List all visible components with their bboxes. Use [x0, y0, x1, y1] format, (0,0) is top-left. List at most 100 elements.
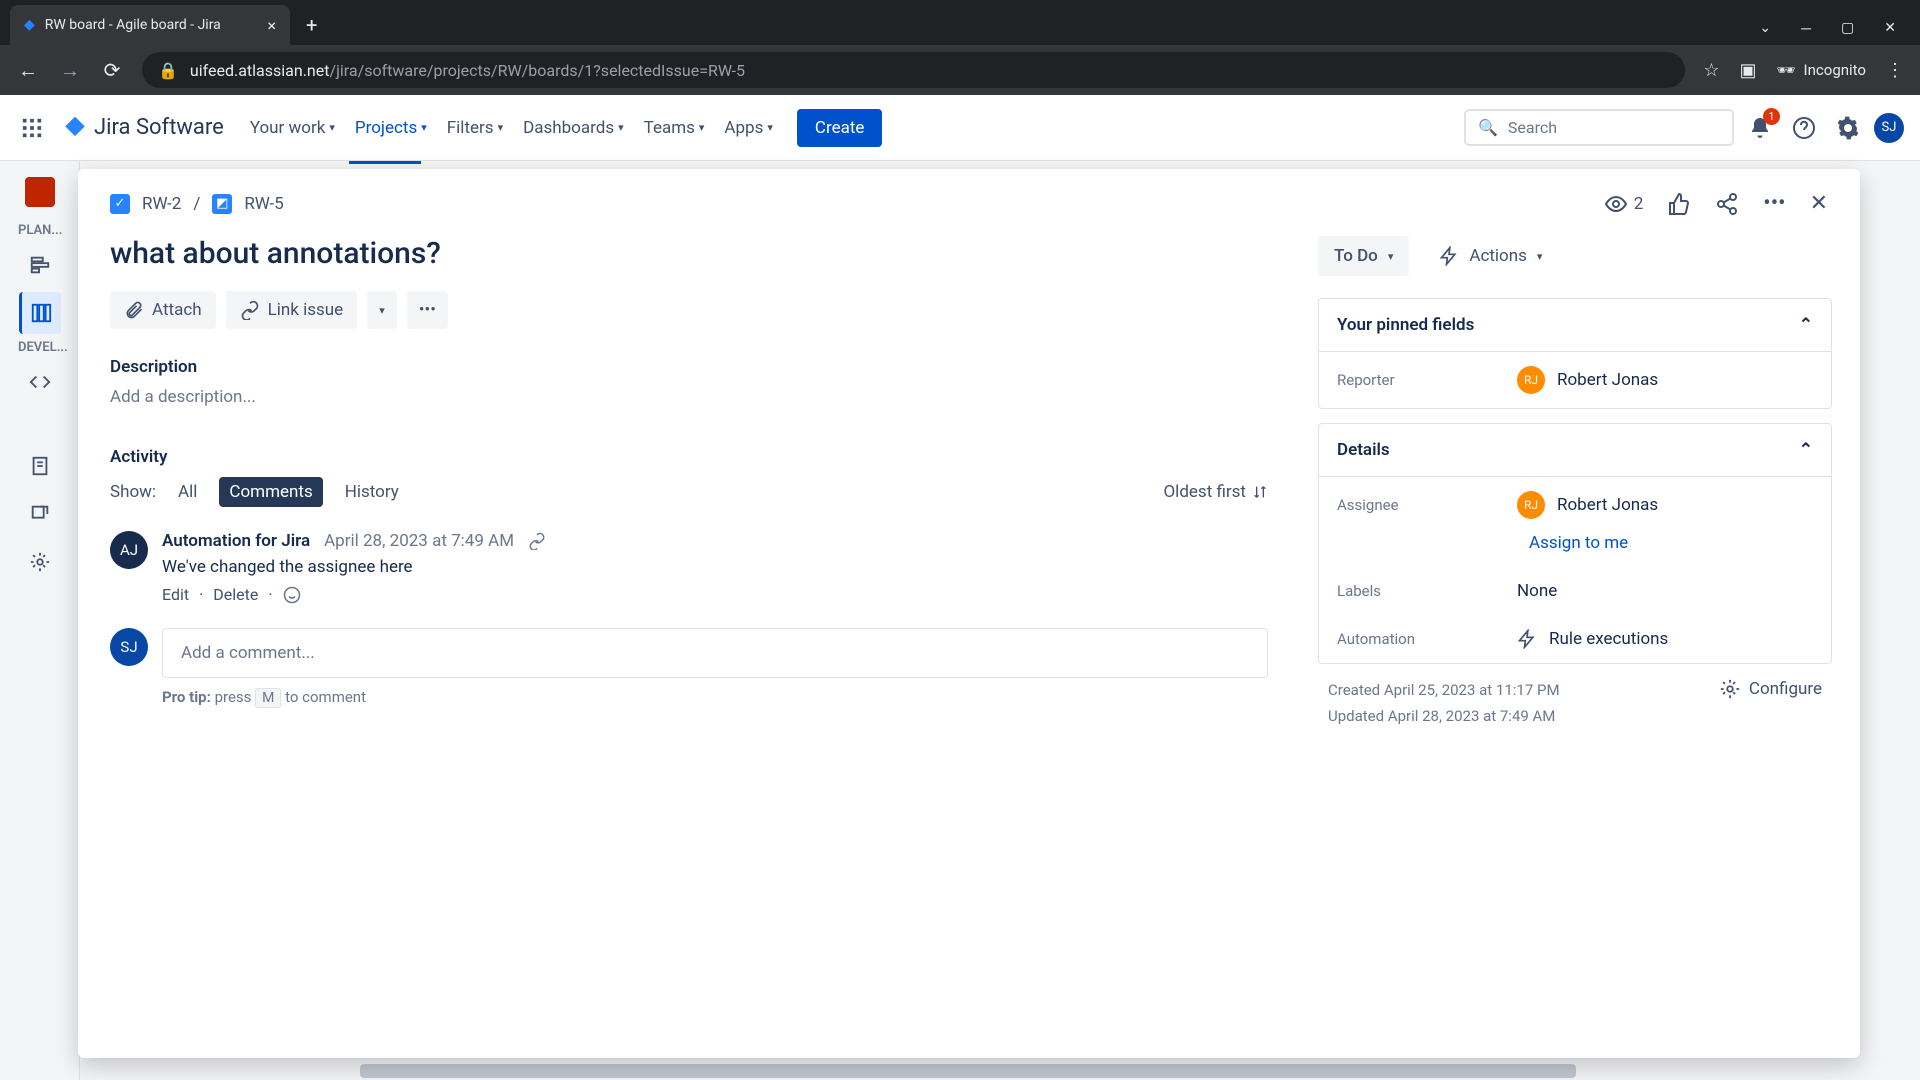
like-button[interactable] — [1667, 192, 1691, 216]
reporter-value[interactable]: RJ Robert Jonas — [1517, 366, 1658, 394]
project-sidebar: PLAN... DEVEL... — [0, 161, 80, 1080]
sidebar-code[interactable] — [19, 361, 61, 403]
logo-text: Jira Software — [94, 115, 224, 140]
details-panel: Details ⌃ Assignee RJ Robert Jonas Assig… — [1318, 423, 1832, 664]
breadcrumb-separator: / — [193, 194, 200, 214]
tab-all[interactable]: All — [168, 477, 207, 507]
maximize-icon[interactable]: ▢ — [1841, 20, 1854, 37]
extensions-icon[interactable]: ▣ — [1739, 60, 1756, 81]
key-badge: M — [255, 688, 281, 708]
new-tab-button[interactable]: + — [290, 5, 333, 45]
comment-date: April 28, 2023 at 7:49 AM — [324, 531, 514, 551]
create-button[interactable]: Create — [797, 109, 883, 147]
task-icon: ✓ — [110, 194, 130, 214]
nav-projects[interactable]: Projects▾ — [349, 110, 433, 146]
assignee-value[interactable]: RJ Robert Jonas — [1517, 491, 1658, 519]
nav-apps[interactable]: Apps▾ — [718, 110, 779, 146]
pinned-fields-header[interactable]: Your pinned fields ⌃ — [1319, 299, 1831, 352]
more-content-button[interactable]: ••• — [407, 291, 448, 329]
add-comment-input[interactable]: Add a comment... — [162, 628, 1268, 678]
browser-tab[interactable]: ◆ RW board - Agile board - Jira × — [10, 5, 290, 45]
edit-comment-link[interactable]: Edit — [162, 585, 189, 604]
nav-dashboards[interactable]: Dashboards▾ — [517, 110, 630, 146]
sidebar-section-development: DEVEL... — [0, 340, 68, 355]
nav-teams[interactable]: Teams▾ — [638, 110, 711, 146]
link-issue-button[interactable]: Link issue — [226, 291, 358, 329]
sidebar-board[interactable] — [19, 292, 61, 334]
chevron-down-icon: ▾ — [1537, 250, 1543, 263]
incognito-icon: 🕶 — [1777, 61, 1796, 79]
comment-author[interactable]: Automation for Jira — [162, 531, 310, 551]
nav-filters[interactable]: Filters▾ — [441, 110, 509, 146]
url-text: uifeed.atlassian.net/jira/software/proje… — [190, 61, 745, 80]
attach-button[interactable]: Attach — [110, 291, 216, 329]
sidebar-pages[interactable] — [19, 445, 61, 487]
profile-avatar[interactable]: SJ — [1874, 113, 1904, 143]
kebab-menu-icon[interactable]: ⋮ — [1886, 60, 1904, 81]
configure-button[interactable]: Configure — [1719, 678, 1822, 700]
back-button[interactable]: ← — [16, 58, 40, 83]
assignee-label: Assignee — [1337, 496, 1517, 514]
show-label: Show: — [110, 482, 156, 502]
sort-button[interactable]: Oldest first — [1163, 482, 1268, 502]
browser-toolbar: ← → ⟳ 🔒 uifeed.atlassian.net/jira/softwa… — [0, 45, 1920, 95]
reload-button[interactable]: ⟳ — [100, 58, 124, 82]
add-reaction-button[interactable] — [283, 586, 301, 604]
tab-comments[interactable]: Comments — [219, 477, 322, 507]
chevron-down-icon[interactable]: ⌄ — [1759, 20, 1771, 37]
minimize-icon[interactable]: ─ — [1801, 20, 1811, 37]
pro-tip: Pro tip: press M to comment — [162, 688, 1268, 706]
link-issue-dropdown[interactable]: ▾ — [367, 291, 397, 329]
labels-label: Labels — [1337, 582, 1517, 600]
actions-dropdown[interactable]: Actions ▾ — [1423, 236, 1558, 276]
details-header[interactable]: Details ⌃ — [1319, 424, 1831, 477]
automation-value[interactable]: Rule executions — [1517, 629, 1668, 649]
sidebar-shortcut[interactable] — [19, 493, 61, 535]
assign-to-me-link[interactable]: Assign to me — [1511, 533, 1831, 567]
nav-your-work[interactable]: Your work▾ — [244, 110, 341, 146]
issue-title[interactable]: what about annotations? — [110, 236, 1268, 271]
close-tab-icon[interactable]: × — [267, 16, 276, 35]
sidebar-roadmap[interactable] — [19, 244, 61, 286]
search-placeholder: Search — [1508, 118, 1557, 137]
comment-body: We've changed the assignee here — [162, 557, 1268, 577]
app-switcher-icon[interactable] — [16, 112, 48, 144]
modal-details-panel: To Do ▾ Actions ▾ Your pinned fields ⌃ — [1300, 226, 1860, 1058]
settings-button[interactable] — [1830, 110, 1866, 146]
jira-logo[interactable]: Jira Software — [62, 115, 224, 141]
lock-icon: 🔒 — [158, 61, 178, 80]
search-input[interactable]: 🔍 Search — [1464, 109, 1734, 146]
star-icon[interactable]: ☆ — [1703, 60, 1719, 81]
description-label: Description — [110, 357, 1268, 377]
labels-value[interactable]: None — [1517, 581, 1557, 601]
jira-favicon: ◆ — [24, 17, 35, 33]
watch-count: 2 — [1634, 194, 1644, 214]
sidebar-settings[interactable] — [19, 541, 61, 583]
jira-header: Jira Software Your work▾ Projects▾ Filte… — [0, 95, 1920, 161]
description-field[interactable]: Add a description... — [110, 387, 1268, 407]
activity-label: Activity — [110, 447, 1268, 467]
share-button[interactable] — [1715, 192, 1739, 216]
reporter-label: Reporter — [1337, 371, 1517, 389]
close-modal-button[interactable]: ✕ — [1810, 191, 1828, 216]
status-dropdown[interactable]: To Do ▾ — [1318, 236, 1409, 276]
incognito-badge: 🕶 Incognito — [1777, 61, 1867, 79]
watch-button[interactable]: 2 — [1604, 192, 1644, 216]
url-bar[interactable]: 🔒 uifeed.atlassian.net/jira/software/pro… — [142, 52, 1685, 88]
current-user-avatar: SJ — [110, 628, 148, 666]
pinned-fields-panel: Your pinned fields ⌃ Reporter RJ Robert … — [1318, 298, 1832, 409]
updated-timestamp: Updated April 28, 2023 at 7:49 AM — [1328, 704, 1560, 730]
tab-history[interactable]: History — [335, 477, 409, 507]
help-button[interactable] — [1786, 110, 1822, 146]
breadcrumb-parent[interactable]: RW-2 — [142, 194, 181, 214]
notifications-button[interactable]: 1 — [1742, 110, 1778, 146]
delete-comment-link[interactable]: Delete — [213, 585, 258, 604]
close-window-icon[interactable]: ✕ — [1884, 20, 1896, 37]
chevron-up-icon: ⌃ — [1799, 315, 1813, 335]
more-actions-button[interactable]: ••• — [1763, 191, 1785, 216]
browser-tab-bar: ◆ RW board - Agile board - Jira × + ⌄ ─ … — [0, 0, 1920, 45]
reporter-avatar: RJ — [1517, 366, 1545, 394]
project-icon[interactable] — [25, 177, 55, 207]
permalink-icon[interactable] — [528, 532, 546, 550]
breadcrumb-current[interactable]: RW-5 — [244, 194, 283, 214]
